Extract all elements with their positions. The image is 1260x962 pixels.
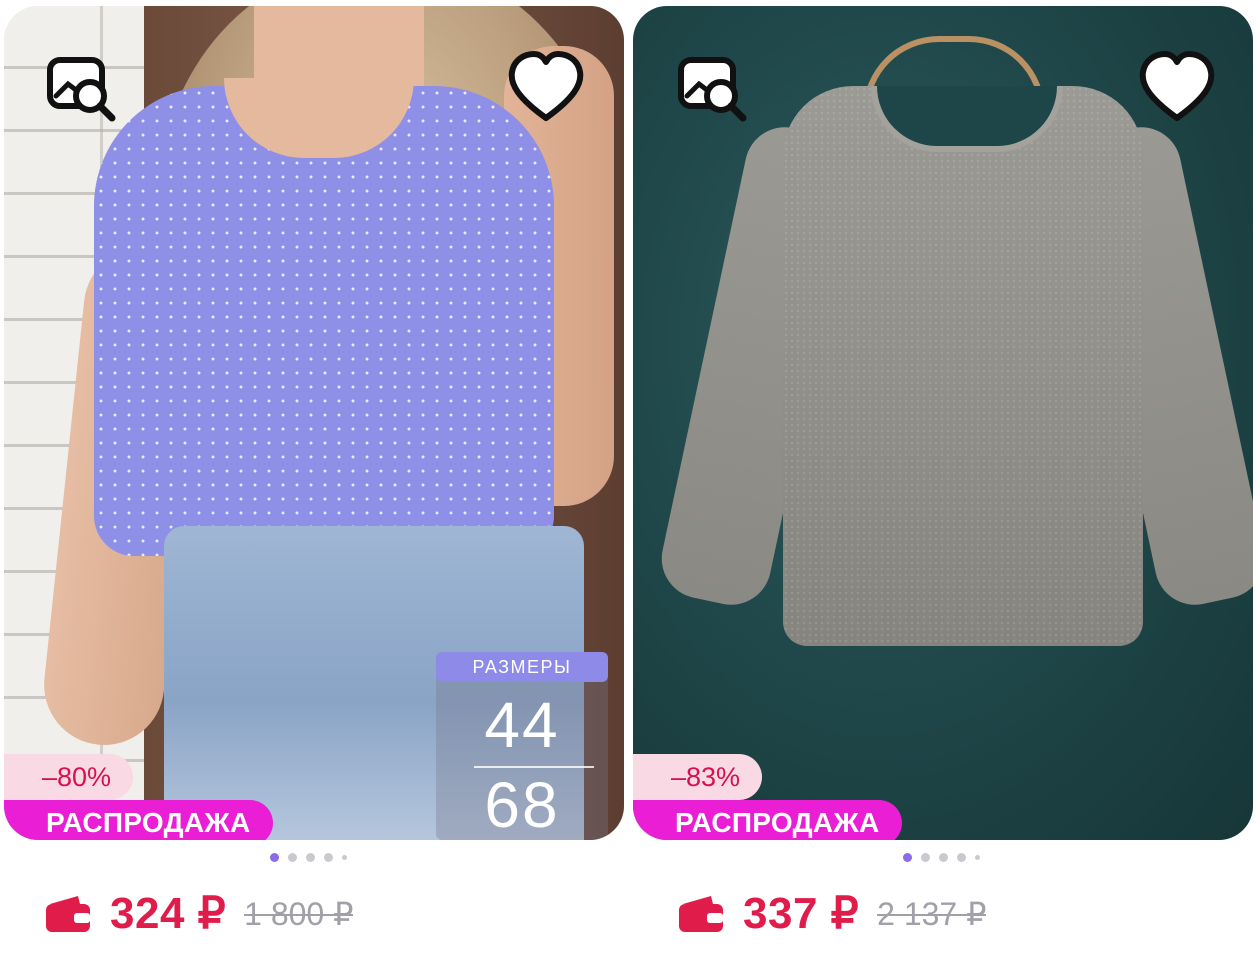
- product-card-2[interactable]: –83% РАСПРОДАЖА 337 ₽ 2 137 ₽: [633, 0, 1253, 962]
- pagination-dot: [324, 853, 333, 862]
- pagination-dot: [903, 853, 912, 862]
- wallet-icon: [679, 895, 723, 932]
- product-card-1[interactable]: РАЗМЕРЫ 44 68 –80% РАСПРОДАЖА 324 ₽ 1 80…: [4, 0, 624, 962]
- pagination-dot: [957, 853, 966, 862]
- current-price: 337 ₽: [743, 889, 860, 938]
- product-photo-1[interactable]: РАЗМЕРЫ 44 68 –80% РАСПРОДАЖА: [4, 6, 624, 840]
- favorite-button[interactable]: [1135, 46, 1219, 130]
- image-pagination: [903, 853, 980, 862]
- favorite-button[interactable]: [504, 46, 588, 130]
- image-pagination: [270, 853, 347, 862]
- sale-badge: РАСПРОДАЖА: [633, 800, 902, 840]
- discount-badge: –83%: [633, 754, 763, 800]
- size-max: 68: [484, 769, 560, 840]
- similar-search-button[interactable]: [671, 46, 755, 130]
- wallet-icon: [46, 895, 90, 932]
- pagination-dot: [975, 855, 980, 860]
- heart-icon: [1139, 51, 1215, 121]
- current-price: 324 ₽: [110, 889, 227, 938]
- sizes-label: РАЗМЕРЫ: [436, 652, 608, 682]
- similar-search-button[interactable]: [40, 46, 124, 130]
- pagination-dot: [342, 855, 347, 860]
- product-photo-2[interactable]: –83% РАСПРОДАЖА: [633, 6, 1253, 840]
- pagination-dot: [939, 853, 948, 862]
- pagination-dot: [306, 853, 315, 862]
- price-row: 337 ₽ 2 137 ₽: [677, 888, 987, 939]
- image-search-icon: [47, 57, 116, 122]
- pagination-dot: [270, 853, 279, 862]
- old-price: 1 800 ₽: [244, 895, 354, 932]
- image-search-icon: [678, 57, 747, 122]
- heart-icon: [508, 51, 584, 121]
- old-price: 2 137 ₽: [877, 895, 987, 932]
- size-min: 44: [484, 689, 560, 761]
- pagination-dot: [921, 853, 930, 862]
- pagination-dot: [288, 853, 297, 862]
- discount-badge: –80%: [4, 754, 134, 800]
- grey-sweater: [783, 86, 1143, 646]
- price-row: 324 ₽ 1 800 ₽: [44, 888, 354, 939]
- size-range-badge: РАЗМЕРЫ 44 68: [436, 652, 608, 840]
- sale-badge: РАСПРОДАЖА: [4, 800, 273, 840]
